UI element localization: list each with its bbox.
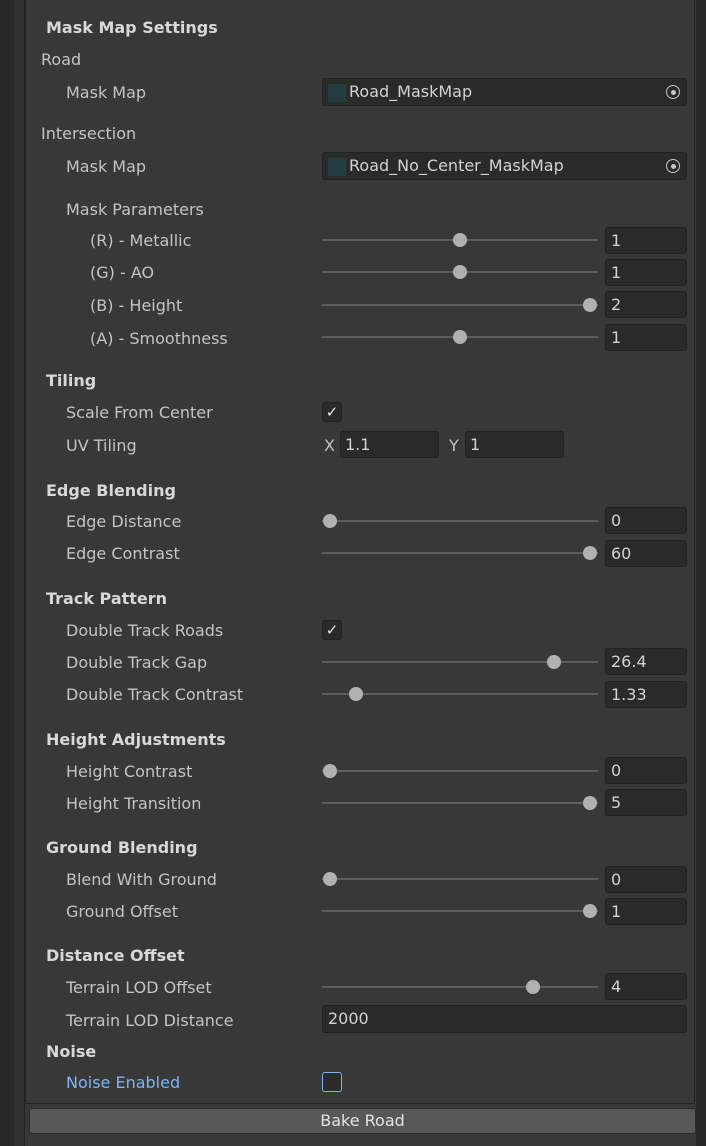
blend-with-ground-input[interactable]: 0 [605,866,687,893]
smoothness-input[interactable]: 1 [605,324,687,351]
uv-x-input[interactable]: 1.1 [340,431,439,458]
scale-from-center-checkbox[interactable]: ✓ [322,402,342,422]
smoothness-slider[interactable] [322,322,598,352]
road-mask-map-label: Mask Map [66,83,147,102]
uv-y-label: Y [449,436,459,455]
slider-track [322,552,598,554]
terrain-lod-distance-label: Terrain LOD Distance [66,1011,234,1030]
height-contrast-slider[interactable] [322,756,598,786]
double-track-gap-slider[interactable] [322,647,598,677]
slider-handle[interactable] [546,655,561,669]
texture-thumbnail-icon [328,84,346,102]
object-picker-icon[interactable] [666,85,680,99]
height-label: (B) - Height [90,296,183,315]
metallic-slider[interactable] [322,225,598,255]
edge-distance-label: Edge Distance [66,512,182,531]
slider-handle[interactable] [583,546,597,560]
section-header-noise: Noise [46,1042,97,1061]
noise-enabled-label: Noise Enabled [66,1073,181,1092]
intersection-mask-map-value: Road_No_Center_MaskMap [349,156,564,175]
slider-track [322,878,598,880]
height-transition-slider[interactable] [322,788,598,818]
double-track-contrast-input[interactable]: 1.33 [605,681,687,708]
slider-handle[interactable] [453,233,467,247]
scale-from-center-label: Scale From Center [66,403,213,422]
slider-track [322,986,598,988]
left-gutter [0,0,14,1146]
metallic-input[interactable]: 1 [605,227,687,254]
intersection-mask-map-label: Mask Map [66,157,147,176]
right-gutter [696,0,706,1146]
slider-handle[interactable] [323,872,337,886]
road-mask-map-field[interactable]: Road_MaskMap [322,78,687,106]
uv-x-label: X [324,436,335,455]
height-slider[interactable] [322,290,598,320]
mask-parameters-label: Mask Parameters [66,200,204,219]
double-track-gap-input[interactable]: 26.4 [605,648,687,675]
slider-handle[interactable] [525,980,540,994]
edge-contrast-slider[interactable] [322,538,598,568]
blend-with-ground-label: Blend With Ground [66,870,217,889]
slider-handle[interactable] [323,764,337,778]
slider-handle[interactable] [323,514,337,528]
edge-distance-slider[interactable] [322,506,598,536]
slider-track [322,520,598,522]
intersection-mask-map-field[interactable]: Road_No_Center_MaskMap [322,152,687,180]
slider-track [322,910,598,912]
height-transition-label: Height Transition [66,794,202,813]
road-mask-map-value: Road_MaskMap [349,82,473,101]
intersection-label: Intersection [41,124,137,143]
left-foldout-bar [14,0,25,1146]
height-input[interactable]: 2 [605,291,687,318]
ground-offset-slider[interactable] [322,896,598,926]
ao-slider[interactable] [322,257,598,287]
slider-handle[interactable] [453,330,467,344]
slider-handle[interactable] [583,298,597,312]
double-track-roads-label: Double Track Roads [66,621,224,640]
ground-offset-input[interactable]: 1 [605,898,687,925]
section-header-track-pattern: Track Pattern [46,589,168,608]
slider-track [322,770,598,772]
uv-y-input[interactable]: 1 [465,431,564,458]
slider-track [322,693,598,695]
terrain-lod-offset-label: Terrain LOD Offset [66,978,212,997]
double-track-contrast-slider[interactable] [322,679,598,709]
height-contrast-label: Height Contrast [66,762,193,781]
noise-enabled-checkbox[interactable] [322,1072,342,1092]
smoothness-label: (A) - Smoothness [90,329,228,348]
slider-handle[interactable] [349,687,363,701]
double-track-roads-checkbox[interactable]: ✓ [322,620,342,640]
section-header-ground-blending: Ground Blending [46,838,198,857]
section-header-height-adjustments: Height Adjustments [46,730,226,749]
slider-handle[interactable] [583,904,597,918]
section-header-tiling: Tiling [46,371,97,390]
uv-tiling-label: UV Tiling [66,436,137,455]
texture-thumbnail-icon [328,158,346,176]
slider-track [322,304,598,306]
slider-track [322,802,598,804]
section-header-edge-blending: Edge Blending [46,481,176,500]
edge-contrast-input[interactable]: 60 [605,540,687,567]
section-header-mask-map-settings: Mask Map Settings [46,18,218,37]
slider-handle[interactable] [453,265,467,279]
bake-road-button[interactable]: Bake Road [29,1108,696,1134]
metallic-label: (R) - Metallic [90,231,192,250]
ao-input[interactable]: 1 [605,259,687,286]
double-track-contrast-label: Double Track Contrast [66,685,244,704]
section-header-distance-offset: Distance Offset [46,946,185,965]
double-track-gap-label: Double Track Gap [66,653,208,672]
ground-offset-label: Ground Offset [66,902,179,921]
height-contrast-input[interactable]: 0 [605,757,687,784]
blend-with-ground-slider[interactable] [322,864,598,894]
edge-distance-input[interactable]: 0 [605,507,687,534]
object-picker-icon[interactable] [666,159,680,173]
terrain-lod-offset-input[interactable]: 4 [605,973,687,1000]
terrain-lod-distance-input[interactable]: 2000 [322,1005,687,1033]
height-transition-input[interactable]: 5 [605,789,687,816]
road-label: Road [41,50,82,69]
terrain-lod-offset-slider[interactable] [322,972,598,1002]
edge-contrast-label: Edge Contrast [66,544,180,563]
ao-label: (G) - AO [90,263,155,282]
slider-handle[interactable] [583,796,597,810]
